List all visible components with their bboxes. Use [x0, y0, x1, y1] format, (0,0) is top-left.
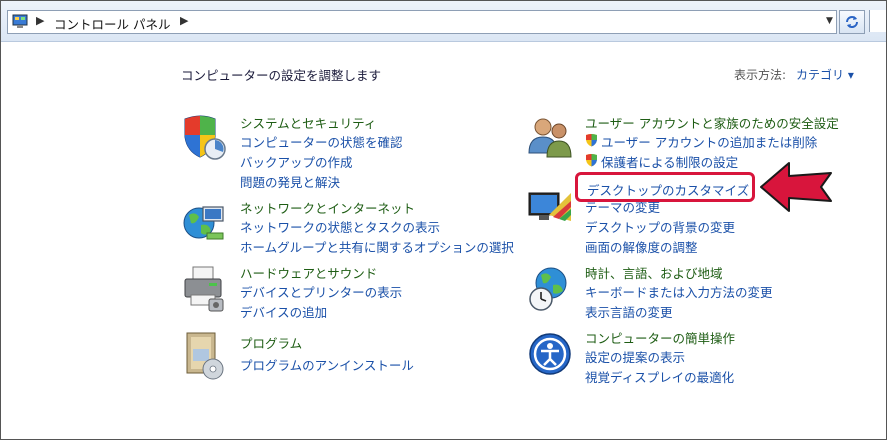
programs-icon[interactable]	[183, 331, 229, 381]
link-parental-controls[interactable]: 保護者による制限の設定	[601, 152, 738, 171]
link-check-computer-status[interactable]: コンピューターの状態を確認	[240, 132, 403, 151]
uac-shield-icon	[586, 134, 597, 147]
link-uninstall-program[interactable]: プログラムのアンインストール	[240, 355, 414, 374]
breadcrumb-control-panel[interactable]: コントロール パネル	[54, 14, 170, 33]
link-adjust-resolution[interactable]: 画面の解像度の調整	[585, 237, 698, 256]
category-programs[interactable]: プログラム	[240, 333, 302, 352]
search-input[interactable]	[869, 10, 886, 32]
control-panel-window: ▶ コントロール パネル ▶ ▼ コンピューターの設定を調整します 表示方法: …	[0, 0, 887, 440]
breadcrumb-dropdown-icon[interactable]: ▶	[180, 14, 188, 27]
link-troubleshoot[interactable]: 問題の発見と解決	[240, 172, 340, 191]
category-appearance-highlight[interactable]: デスクトップのカスタマイズ	[575, 172, 755, 202]
link-change-desktop-background[interactable]: デスクトップの背景の変更	[585, 217, 735, 236]
category-appearance[interactable]: デスクトップのカスタマイズ	[587, 180, 749, 199]
link-change-display-language[interactable]: 表示言語の変更	[585, 302, 673, 321]
category-clock-language-region[interactable]: 時計、言語、および地域	[585, 263, 723, 282]
breadcrumb-separator-icon[interactable]: ▶	[36, 14, 44, 27]
link-devices-printers[interactable]: デバイスとプリンターの表示	[240, 282, 402, 301]
address-bar-area: ▶ コントロール パネル ▶ ▼	[1, 1, 886, 42]
refresh-button[interactable]	[839, 10, 865, 34]
network-globe-icon[interactable]	[181, 199, 227, 247]
control-panel-icon	[12, 14, 28, 28]
view-by-label: 表示方法:	[734, 68, 787, 82]
view-by-dropdown[interactable]: カテゴリ ▾	[796, 66, 854, 83]
address-bar[interactable]: ▶ コントロール パネル ▶ ▼	[7, 10, 837, 34]
category-network-internet[interactable]: ネットワークとインターネット	[240, 198, 415, 217]
link-add-device[interactable]: デバイスの追加	[240, 302, 327, 321]
printer-icon[interactable]	[181, 265, 227, 313]
user-accounts-icon[interactable]	[525, 113, 575, 161]
chevron-down-icon[interactable]: ▼	[826, 16, 833, 26]
link-network-status[interactable]: ネットワークの状態とタスクの表示	[240, 217, 440, 236]
page-title: コンピューターの設定を調整します	[181, 68, 382, 83]
category-ease-of-access[interactable]: コンピューターの簡単操作	[585, 328, 735, 347]
clock-globe-icon[interactable]	[527, 265, 573, 313]
link-optimize-visual-display[interactable]: 視覚ディスプレイの最適化	[585, 367, 734, 386]
category-hardware-sound[interactable]: ハードウェアとサウンド	[240, 263, 377, 282]
ease-of-access-icon[interactable]	[527, 331, 573, 377]
link-suggested-settings[interactable]: 設定の提案の表示	[585, 347, 685, 366]
category-user-accounts[interactable]: ユーザー アカウントと家族のための安全設定	[585, 113, 839, 132]
appearance-icon[interactable]	[527, 187, 573, 227]
red-pointer-arrow-icon	[760, 162, 832, 212]
link-create-backup[interactable]: バックアップの作成	[240, 152, 353, 171]
link-homegroup-sharing[interactable]: ホームグループと共有に関するオプションの選択	[240, 237, 514, 256]
category-system-security[interactable]: システムとセキュリティ	[240, 113, 376, 132]
link-add-remove-user[interactable]: ユーザー アカウントの追加または削除	[601, 132, 817, 151]
refresh-icon	[846, 16, 858, 28]
shield-icon[interactable]	[181, 113, 227, 161]
uac-shield-icon	[586, 154, 597, 167]
link-change-keyboard[interactable]: キーボードまたは入力方法の変更	[585, 282, 773, 301]
